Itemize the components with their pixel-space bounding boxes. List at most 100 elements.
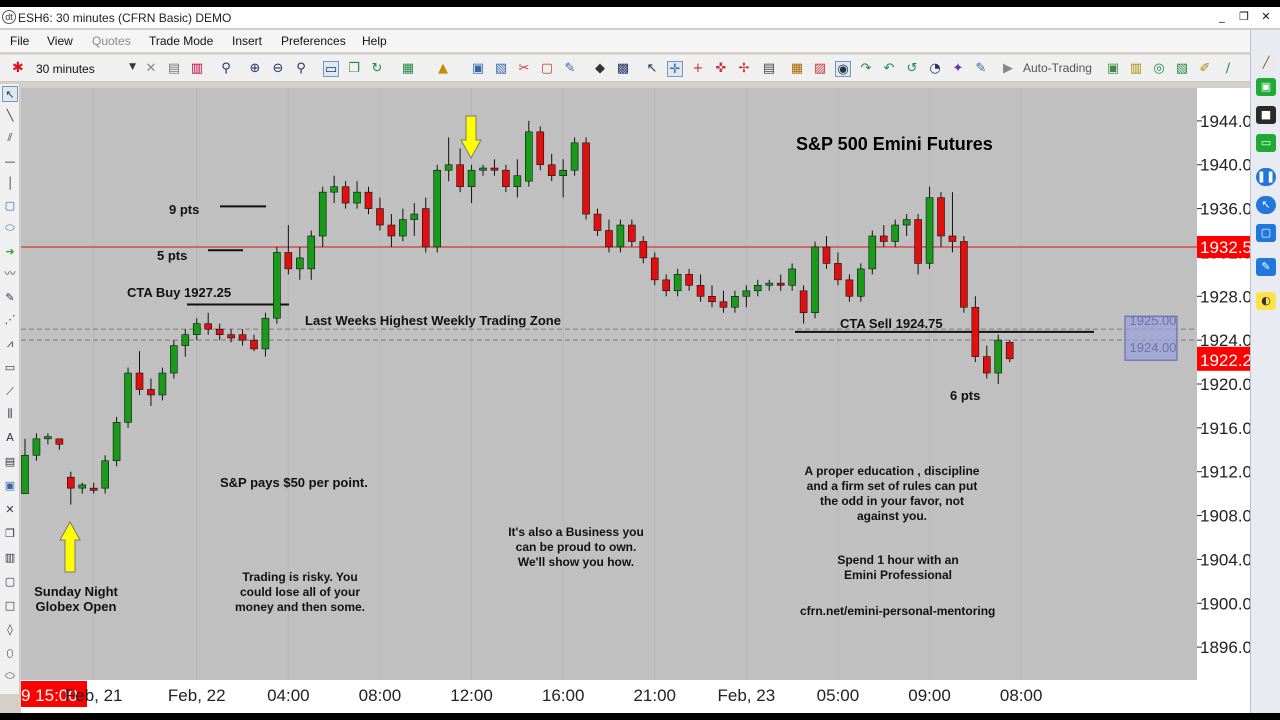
collapse-icon[interactable]: ╱: [1256, 54, 1276, 72]
zoom-in-icon[interactable]: ⊕: [247, 61, 263, 77]
cross-icon[interactable]: +: [690, 61, 706, 77]
zoom-icon[interactable]: ⚲: [218, 61, 234, 77]
arrow-right-icon[interactable]: ➔: [2, 244, 18, 260]
stack-icon[interactable]: ▥: [2, 550, 18, 566]
hline-icon[interactable]: —: [2, 154, 18, 170]
pencil-icon[interactable]: ✐: [1197, 61, 1213, 77]
candle-body: [948, 235, 957, 242]
web-icon[interactable]: ◎: [1151, 61, 1167, 77]
studies-icon[interactable]: ▣: [470, 61, 486, 77]
cursor-icon[interactable]: ↖: [2, 86, 18, 102]
minimize-button[interactable]: _: [1212, 9, 1232, 25]
globe-icon[interactable]: ◉: [835, 61, 851, 77]
frame-icon[interactable]: ▢: [539, 61, 555, 77]
cursor-record-icon[interactable]: ↖: [1256, 196, 1276, 214]
pitchfork-icon[interactable]: ⫼: [2, 406, 18, 422]
pen-icon[interactable]: ✎: [2, 290, 18, 306]
layers-icon[interactable]: ▤: [2, 454, 18, 470]
menu-view[interactable]: View: [47, 34, 73, 48]
record-screen-icon[interactable]: ▣: [1256, 78, 1276, 96]
copy-icon[interactable]: ❐: [346, 61, 362, 77]
pays-per-point-label: S&P pays $50 per point.: [220, 475, 368, 490]
brush-icon[interactable]: ✎: [1256, 258, 1276, 276]
pause-icon[interactable]: ❚❚: [1256, 168, 1276, 186]
fib-icon[interactable]: ⋰: [2, 312, 18, 328]
cycle-icon[interactable]: ↺: [904, 61, 920, 77]
monitor-icon[interactable]: ▩: [615, 61, 631, 77]
bucket-icon[interactable]: ⬯: [2, 646, 18, 662]
line-tool-icon[interactable]: ∕: [1220, 61, 1236, 77]
trendline-icon[interactable]: ╲: [2, 108, 18, 124]
palette-icon[interactable]: ✎: [562, 61, 578, 77]
image-icon[interactable]: ▣: [2, 478, 18, 494]
trade-icon[interactable]: ▣: [1105, 61, 1121, 77]
select-tool-icon[interactable]: ▭: [323, 61, 339, 77]
chart-icon[interactable]: ▨: [812, 61, 828, 77]
workspace-icon[interactable]: ▦: [789, 61, 805, 77]
template-icon[interactable]: ▧: [493, 61, 509, 77]
alert-icon[interactable]: ▲: [435, 61, 451, 77]
refresh-icon[interactable]: ↻: [369, 61, 385, 77]
window-record-icon[interactable]: ▢: [1256, 224, 1276, 242]
close-chart-icon[interactable]: ✕: [143, 61, 159, 77]
cross-red-icon[interactable]: ✢: [736, 61, 752, 77]
delete-icon[interactable]: ✕: [2, 502, 18, 518]
candle-body: [330, 186, 338, 193]
display-icon[interactable]: ▭: [1256, 134, 1276, 152]
zoom-out-icon[interactable]: ⊖: [270, 61, 286, 77]
price-chart[interactable]: 1925.00 1924.00 1944.00 1940.00 1936.00 1932.…: [21, 88, 1250, 713]
bar-style-icon[interactable]: ▥: [189, 61, 205, 77]
interval-select[interactable]: ✱ 30 minutes ▼: [8, 59, 138, 79]
edit-icon[interactable]: ✎: [973, 61, 989, 77]
camera-icon[interactable]: ■: [1256, 106, 1276, 124]
candle-body: [879, 235, 888, 242]
highlight-icon[interactable]: ◐: [1256, 292, 1276, 310]
crosshair-icon[interactable]: ✛: [667, 61, 683, 77]
candle-body: [284, 252, 293, 270]
undo-icon[interactable]: ↶: [881, 61, 897, 77]
square-icon[interactable]: □: [2, 598, 18, 614]
fan-icon[interactable]: ⟋: [2, 384, 18, 400]
magnify-icon[interactable]: ⚲: [293, 61, 309, 77]
tools-icon[interactable]: ✦: [950, 61, 966, 77]
gann-icon[interactable]: ⩘: [2, 336, 18, 352]
pointer-icon[interactable]: ↖: [644, 61, 660, 77]
candle-body: [616, 224, 625, 248]
mentoring-url-label[interactable]: cfrn.net/emini-personal-mentoring: [800, 604, 995, 619]
vline-icon[interactable]: │: [2, 176, 18, 192]
wave-icon[interactable]: 〰: [2, 266, 18, 282]
menu-trade-mode[interactable]: Trade Mode: [149, 34, 213, 48]
time-tick-label: 16:00: [542, 686, 585, 705]
chart-bars-icon[interactable]: ▥: [1128, 61, 1144, 77]
indicator-icon[interactable]: ▦: [400, 61, 416, 77]
menu-preferences[interactable]: Preferences: [281, 34, 346, 48]
note-icon[interactable]: ▢: [2, 198, 18, 214]
layout-icon[interactable]: ▤: [761, 61, 777, 77]
menu-quotes[interactable]: Quotes: [92, 34, 131, 48]
menu-file[interactable]: File: [10, 34, 29, 48]
print-icon[interactable]: ▤: [166, 61, 182, 77]
ellipse-icon[interactable]: ⬭: [2, 220, 18, 236]
rectangle-icon[interactable]: ▭: [2, 360, 18, 376]
auto-trading-label[interactable]: Auto-Trading: [1023, 61, 1092, 75]
play-icon[interactable]: ▶: [1000, 61, 1016, 77]
menu-insert[interactable]: Insert: [232, 34, 262, 48]
clock-icon[interactable]: ◔: [927, 61, 943, 77]
chart-canvas[interactable]: 1925.00 1924.00 1944.00 1940.00 1936.00 1932.…: [21, 88, 1250, 713]
restore-button[interactable]: ❐: [1234, 9, 1254, 25]
target-icon[interactable]: ✜: [713, 61, 729, 77]
candle-body: [502, 169, 510, 187]
settings-icon[interactable]: ▧: [1174, 61, 1190, 77]
frame-tool-icon[interactable]: ▢: [2, 574, 18, 590]
text-icon[interactable]: A: [2, 430, 18, 446]
copy-drawing-icon[interactable]: ❐: [2, 526, 18, 542]
cut-icon[interactable]: ✂: [516, 61, 532, 77]
candle-body: [547, 164, 556, 177]
close-button[interactable]: ✕: [1256, 9, 1276, 25]
marker-icon[interactable]: ◊: [2, 622, 18, 638]
menu-help[interactable]: Help: [362, 34, 387, 48]
channel-icon[interactable]: ⫽: [2, 130, 18, 146]
redo-icon[interactable]: ↷: [858, 61, 874, 77]
eraser-icon[interactable]: ◆: [592, 61, 608, 77]
oval-icon[interactable]: ⬭: [2, 668, 18, 684]
